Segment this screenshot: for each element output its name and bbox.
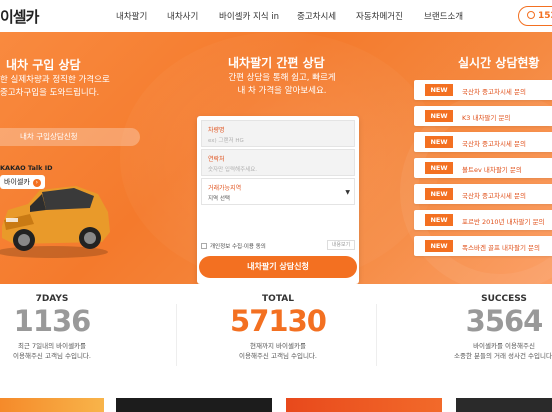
privacy-agree[interactable]: 개인정보 수집·이용 동의 xyxy=(201,242,266,250)
list-item[interactable]: NEW 폭스바겐 골프 내차팔기 문의 xyxy=(414,236,552,256)
list-item-text: 국산차 중고차시세 문의 xyxy=(462,192,526,200)
list-item[interactable]: NEW 국산차 중고차시세 문의 xyxy=(414,184,552,204)
region-select[interactable]: 거래가능지역 지역 선택 ▼ xyxy=(201,178,355,205)
hero-section: 내차 구입 상담 한 실제차량과 정직한 가격으로 중고차구입을 도와드립니다.… xyxy=(0,32,552,284)
list-item[interactable]: NEW 포르반 2010년 내차팔기 문의 xyxy=(414,210,552,230)
new-badge: NEW xyxy=(425,240,453,252)
stat-7days-desc-line2: 이용해주신 고객님 수입니다. xyxy=(13,352,91,360)
stat-success-value: 3564 xyxy=(465,304,544,338)
stat-success-desc: 바이셀카를 이용해주신 소중한 분들의 거래 성사건 수입니다. xyxy=(424,341,552,361)
banner-thumbnail[interactable] xyxy=(456,398,552,412)
sell-consult-form: 차량명 ex) 그랜저 HG 연락처 숫자만 입력해주세요. 거래가능지역 지역… xyxy=(197,116,359,284)
buy-consult-desc-line1: 한 실제차량과 정직한 가격으로 xyxy=(0,75,110,85)
site-header: 이셀카 내차팔기 내차사기 바이셀카 지식 in 중고차시세 자동차메거진 브랜… xyxy=(0,0,552,32)
stat-7days-label: 7DAYS xyxy=(35,294,69,304)
nav-used-car-price[interactable]: 중고차시세 xyxy=(297,10,336,22)
nav-buy-car[interactable]: 내차사기 xyxy=(167,10,198,22)
stat-7days-desc-line1: 최근 7일내의 바이셀카를 xyxy=(17,342,87,350)
new-badge: NEW xyxy=(425,110,453,122)
caret-down-icon: ▼ xyxy=(345,189,350,196)
stat-total-label: TOTAL xyxy=(262,294,294,304)
new-badge: NEW xyxy=(425,214,453,226)
banner-thumbnail[interactable] xyxy=(286,398,442,412)
list-item-text: 국산차 중고차시세 문의 xyxy=(462,140,526,148)
car-name-label: 차량명 xyxy=(208,127,225,134)
phone-number: 152 xyxy=(538,11,552,21)
phone-button[interactable]: 152 xyxy=(518,6,552,26)
buy-consult-desc-line2: 중고차구입을 도와드립니다. xyxy=(0,88,100,98)
buy-consult-desc: 한 실제차량과 정직한 가격으로 중고차구입을 도와드립니다. xyxy=(0,74,110,100)
view-terms-button[interactable]: 내용보기 xyxy=(327,240,355,250)
stat-7days-value: 1136 xyxy=(13,304,92,338)
list-item-text: 국산차 중고차시세 문의 xyxy=(462,88,526,96)
list-item[interactable]: NEW K3 내차팔기 문의 xyxy=(414,106,552,126)
car-name-placeholder: ex) 그랜저 HG xyxy=(208,138,244,144)
sell-consult-desc-line1: 간편 상담을 통해 쉽고, 빠르게 xyxy=(228,73,336,83)
stat-success-desc-line1: 바이셀카를 이용해주신 xyxy=(473,342,535,350)
new-badge: NEW xyxy=(425,162,453,174)
nav-magazine[interactable]: 자동차메거진 xyxy=(356,10,403,22)
nav-sell-car[interactable]: 내차팔기 xyxy=(116,10,147,22)
list-item-text: 포르반 2010년 내차팔기 문의 xyxy=(462,218,545,226)
buy-consult-title: 내차 구입 상담 xyxy=(6,58,81,72)
privacy-checkbox[interactable] xyxy=(201,243,207,249)
sell-consult-desc: 간편 상담을 통해 쉽고, 빠르게 내 차 가격을 알아보세요. xyxy=(220,72,344,98)
list-item-text: 볼트ev 내차팔기 문의 xyxy=(462,166,522,174)
logo[interactable]: 이셀카 xyxy=(0,6,39,27)
stat-7days-desc: 최근 7일내의 바이셀카를 이용해주신 고객님 수입니다. xyxy=(0,341,132,361)
stat-total-value: 57130 xyxy=(230,304,327,338)
stat-success-desc-line2: 소중한 분들의 거래 성사건 수입니다. xyxy=(453,352,552,360)
region-label: 거래가능지역 xyxy=(208,185,242,192)
list-item[interactable]: NEW 국산차 중고차시세 문의 xyxy=(414,132,552,152)
sell-consult-title: 내차팔기 간편 상담 xyxy=(228,56,325,70)
sell-consult-submit-button[interactable]: 내차팔기 상담신청 xyxy=(199,256,357,278)
list-item-text: K3 내차팔기 문의 xyxy=(462,114,511,122)
car-name-field[interactable]: 차량명 ex) 그랜저 HG xyxy=(201,120,355,147)
privacy-agree-text: 개인정보 수집·이용 동의 xyxy=(210,244,266,250)
stat-total-desc: 현재까지 바이셀카를 이용해주신 고객님 수입니다. xyxy=(198,341,358,361)
stat-total-desc-line1: 현재까지 바이셀카를 xyxy=(250,342,306,350)
banner-thumbnail[interactable] xyxy=(0,398,104,412)
list-item[interactable]: NEW 볼트ev 내차팔기 문의 xyxy=(414,158,552,178)
stat-success-label: SUCCESS xyxy=(481,294,527,304)
buy-consult-button[interactable]: 내차 구입상담신청 xyxy=(0,128,140,146)
new-badge: NEW xyxy=(425,84,453,96)
stat-total-desc-line2: 이용해주신 고객님 수입니다. xyxy=(239,352,317,360)
phone-field[interactable]: 연락처 숫자만 입력해주세요. xyxy=(201,149,355,176)
stat-divider xyxy=(376,304,377,366)
nav-brand-intro[interactable]: 브랜드소개 xyxy=(424,10,463,22)
list-item-text: 폭스바겐 골프 내차팔기 문의 xyxy=(462,244,540,252)
realtime-status-title: 실시간 상담현황 xyxy=(458,56,540,70)
list-item[interactable]: NEW 국산차 중고차시세 문의 xyxy=(414,80,552,100)
suv-car-image xyxy=(0,186,110,258)
phone-label: 연락처 xyxy=(208,156,225,163)
phone-placeholder: 숫자만 입력해주세요. xyxy=(208,167,258,173)
nav-knowledge-in[interactable]: 바이셀카 지식 in xyxy=(219,10,279,22)
sell-consult-desc-line2: 내 차 가격을 알아보세요. xyxy=(237,86,327,96)
banner-thumbnail[interactable] xyxy=(116,398,272,412)
new-badge: NEW xyxy=(425,188,453,200)
stat-divider xyxy=(176,304,177,366)
new-badge: NEW xyxy=(425,136,453,148)
phone-icon xyxy=(527,11,535,19)
region-selected-value: 지역 선택 xyxy=(208,196,230,202)
